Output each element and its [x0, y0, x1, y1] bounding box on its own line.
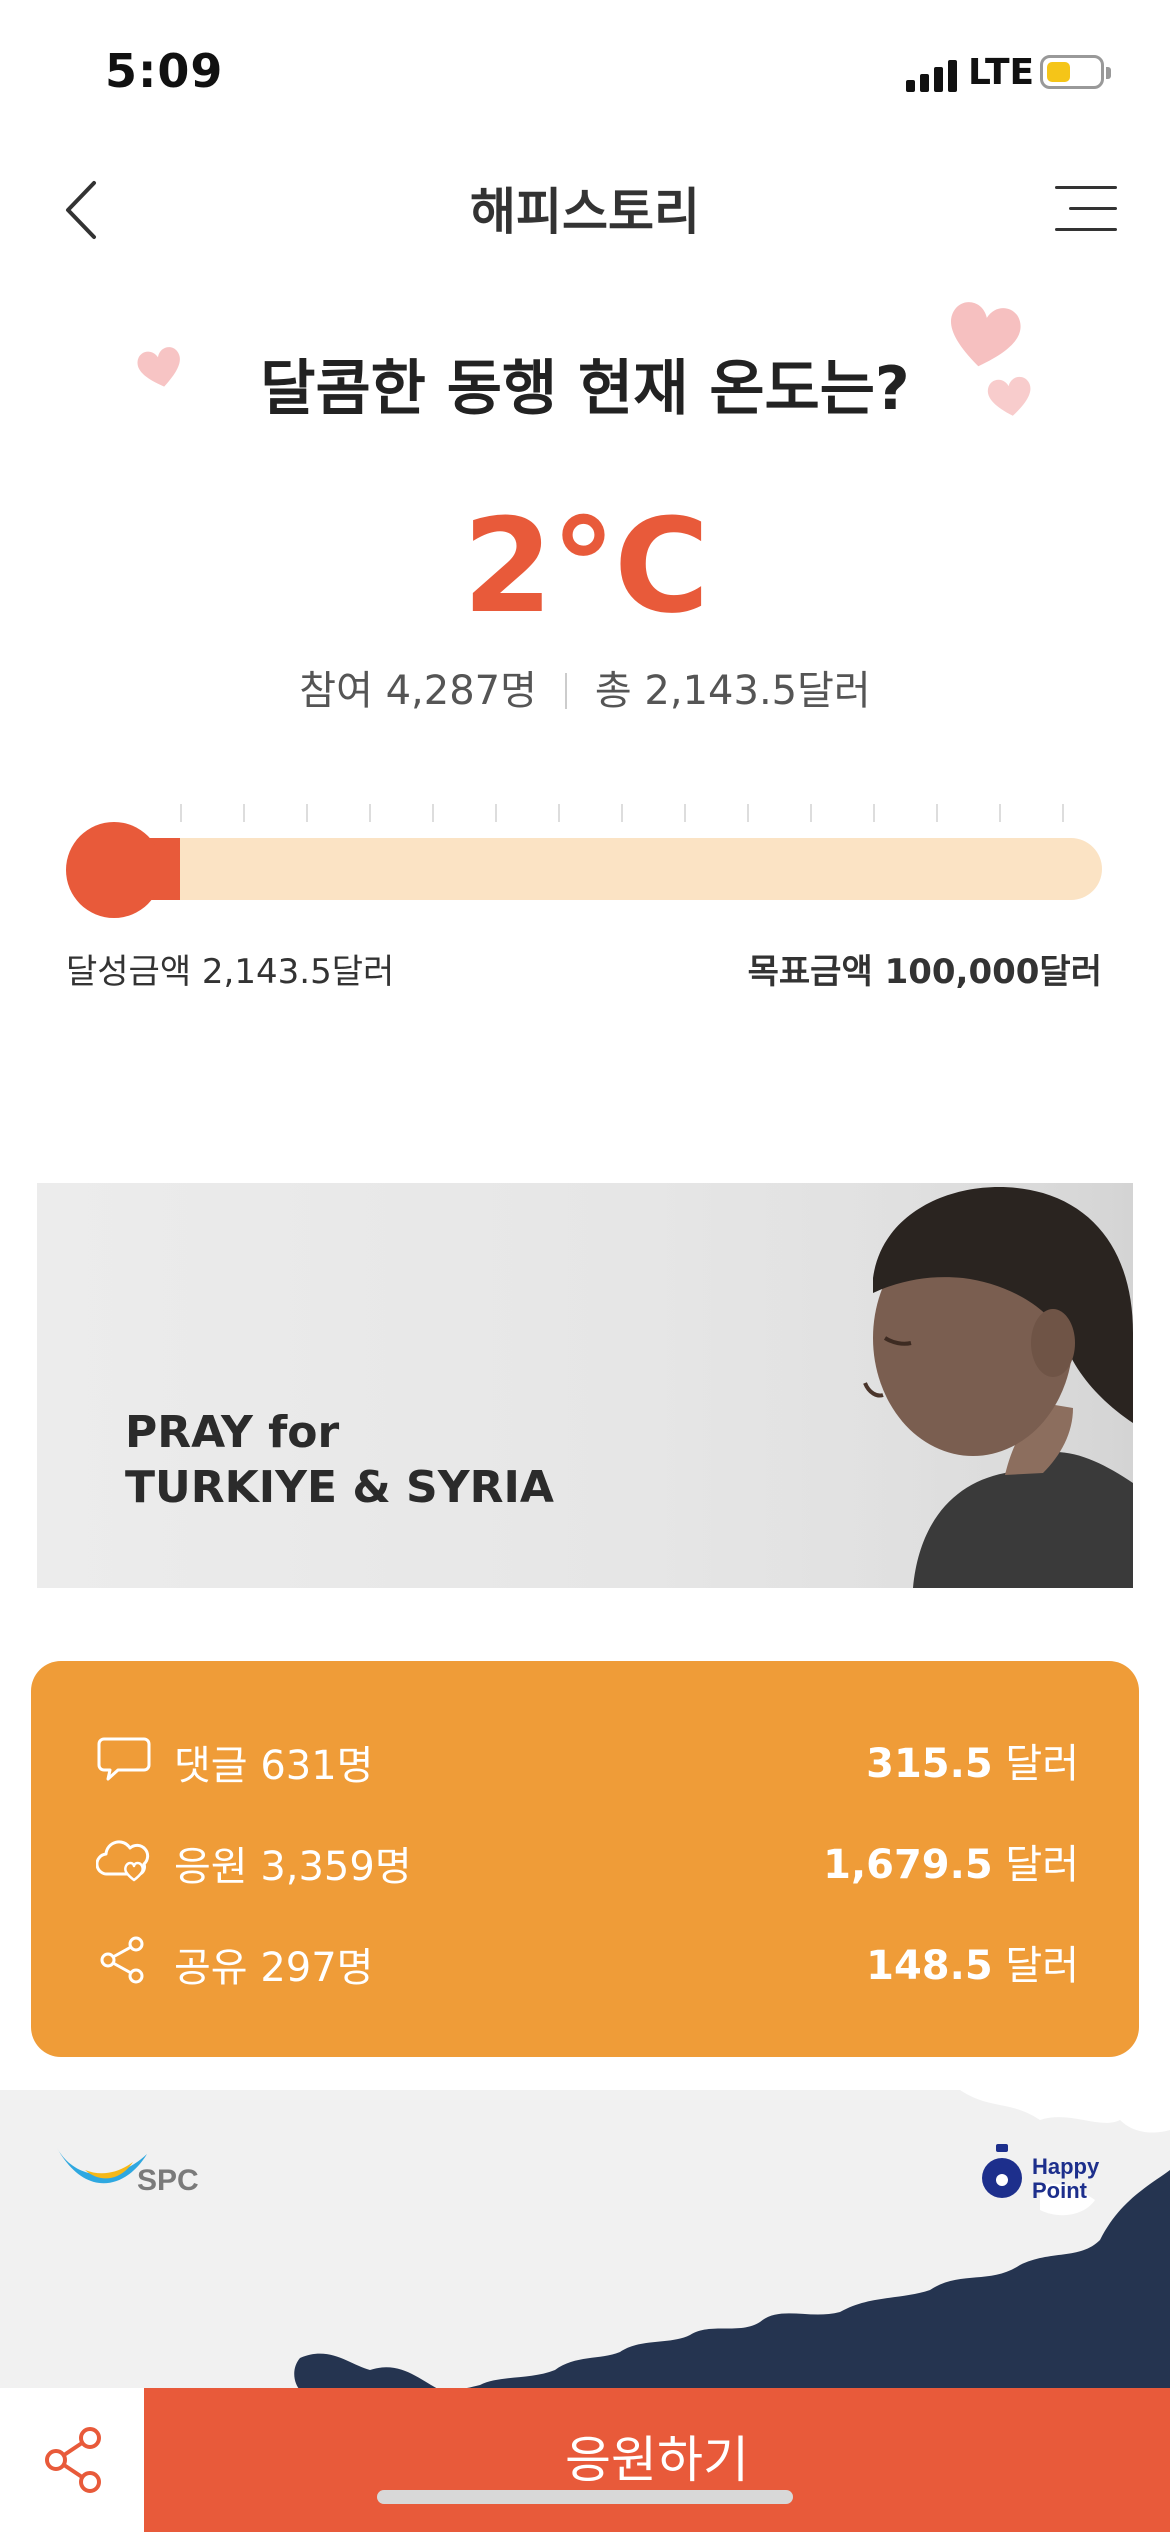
network-type: LTE — [968, 52, 1035, 93]
donation-breakdown-card: 댓글 631명 315.5 달러 응원 3,359명 1,679.5 달러 공유… — [31, 1661, 1139, 2057]
child-photo — [743, 1183, 1133, 1588]
shares-row[interactable]: 공유 297명 148.5 달러 — [96, 1929, 1079, 1991]
thermometer-tick — [999, 804, 1001, 822]
comments-row[interactable]: 댓글 631명 315.5 달러 — [96, 1727, 1079, 1789]
happy-logo-line-2: Point — [1032, 2178, 1088, 2203]
share-icon — [100, 1936, 144, 1984]
status-time: 5:09 — [105, 44, 224, 98]
thermometer-tick — [684, 804, 686, 822]
cheers-label: 응원 3,359명 — [174, 1844, 412, 1890]
participation-summary: 참여 4,287명 총 2,143.5달러 — [0, 658, 1170, 716]
goal-amount: 목표금액 100,000달러 — [747, 952, 1102, 992]
thermometer-track — [110, 838, 1102, 900]
thermometer-tick — [243, 804, 245, 822]
heart-cloud-icon — [96, 1840, 150, 1882]
comments-amount: 315.5 달러 — [866, 1731, 1079, 1789]
thermometer-tick — [306, 804, 308, 822]
temperature-headline: 달콤한 동행 현재 온도는? — [260, 354, 910, 424]
shares-label: 공유 297명 — [174, 1945, 374, 1991]
shares-value: 148.5 — [866, 1943, 993, 1989]
sponsor-section — [0, 2090, 1170, 2390]
signal-icon — [906, 58, 958, 92]
comments-value: 315.5 — [866, 1741, 993, 1787]
thermometer-ticks — [180, 804, 1065, 822]
battery-icon — [1040, 55, 1111, 89]
cheer-button[interactable]: 응원하기 — [144, 2388, 1170, 2532]
thermometer-tick — [558, 804, 560, 822]
menu-icon-line — [1069, 207, 1117, 210]
thermometer-tick — [810, 804, 812, 822]
total-amount: 총 2,143.5달러 — [594, 668, 871, 714]
thermometer-tick — [747, 804, 749, 822]
spc-logo-text: SPC — [137, 2164, 199, 2197]
happy-point-logo: Happy Point — [982, 2144, 1100, 2203]
menu-icon-line — [1055, 228, 1117, 231]
cheers-amount: 1,679.5 달러 — [823, 1832, 1079, 1890]
spc-logo: SPC — [57, 2148, 199, 2197]
menu-icon-line — [1055, 186, 1117, 189]
thermometer-tick — [495, 804, 497, 822]
thermometer-tick — [873, 804, 875, 822]
cheers-row[interactable]: 응원 3,359명 1,679.5 달러 — [96, 1828, 1079, 1890]
banner-line-2: TURKIYE & SYRIA — [125, 1462, 554, 1513]
thermometer-tick — [180, 804, 182, 822]
share-icon — [45, 2427, 101, 2493]
temperature-value: 2°C — [462, 490, 710, 642]
battery-level — [1047, 62, 1070, 82]
thermometer-tick — [936, 804, 938, 822]
comment-icon — [97, 1737, 151, 1781]
menu-button[interactable] — [1055, 182, 1117, 236]
cheers-value: 1,679.5 — [823, 1842, 993, 1888]
shares-unit: 달러 — [1005, 1943, 1079, 1989]
map-illustration — [294, 2090, 1170, 2390]
home-indicator — [377, 2490, 793, 2504]
thermometer-tick — [432, 804, 434, 822]
cheers-unit: 달러 — [1005, 1842, 1079, 1888]
banner-line-1: PRAY for — [125, 1407, 340, 1458]
achieved-amount: 달성금액 2,143.5달러 — [66, 952, 395, 992]
happy-logo-line-1: Happy — [1032, 2154, 1100, 2179]
thermometer-tick — [621, 804, 623, 822]
thermometer-tick — [1062, 804, 1064, 822]
comments-unit: 달러 — [1005, 1741, 1079, 1787]
participant-count: 참여 4,287명 — [299, 668, 537, 714]
comments-label: 댓글 631명 — [174, 1743, 374, 1789]
thermometer-tick — [369, 804, 371, 822]
share-button[interactable] — [0, 2388, 144, 2532]
shares-amount: 148.5 달러 — [866, 1933, 1079, 1991]
thermometer-bulb — [66, 822, 162, 918]
divider — [564, 673, 567, 709]
banner-text: PRAY for TURKIYE & SYRIA — [125, 1405, 554, 1515]
page-title: 해피스토리 — [470, 183, 700, 241]
campaign-banner[interactable]: PRAY for TURKIYE & SYRIA — [37, 1183, 1133, 1588]
